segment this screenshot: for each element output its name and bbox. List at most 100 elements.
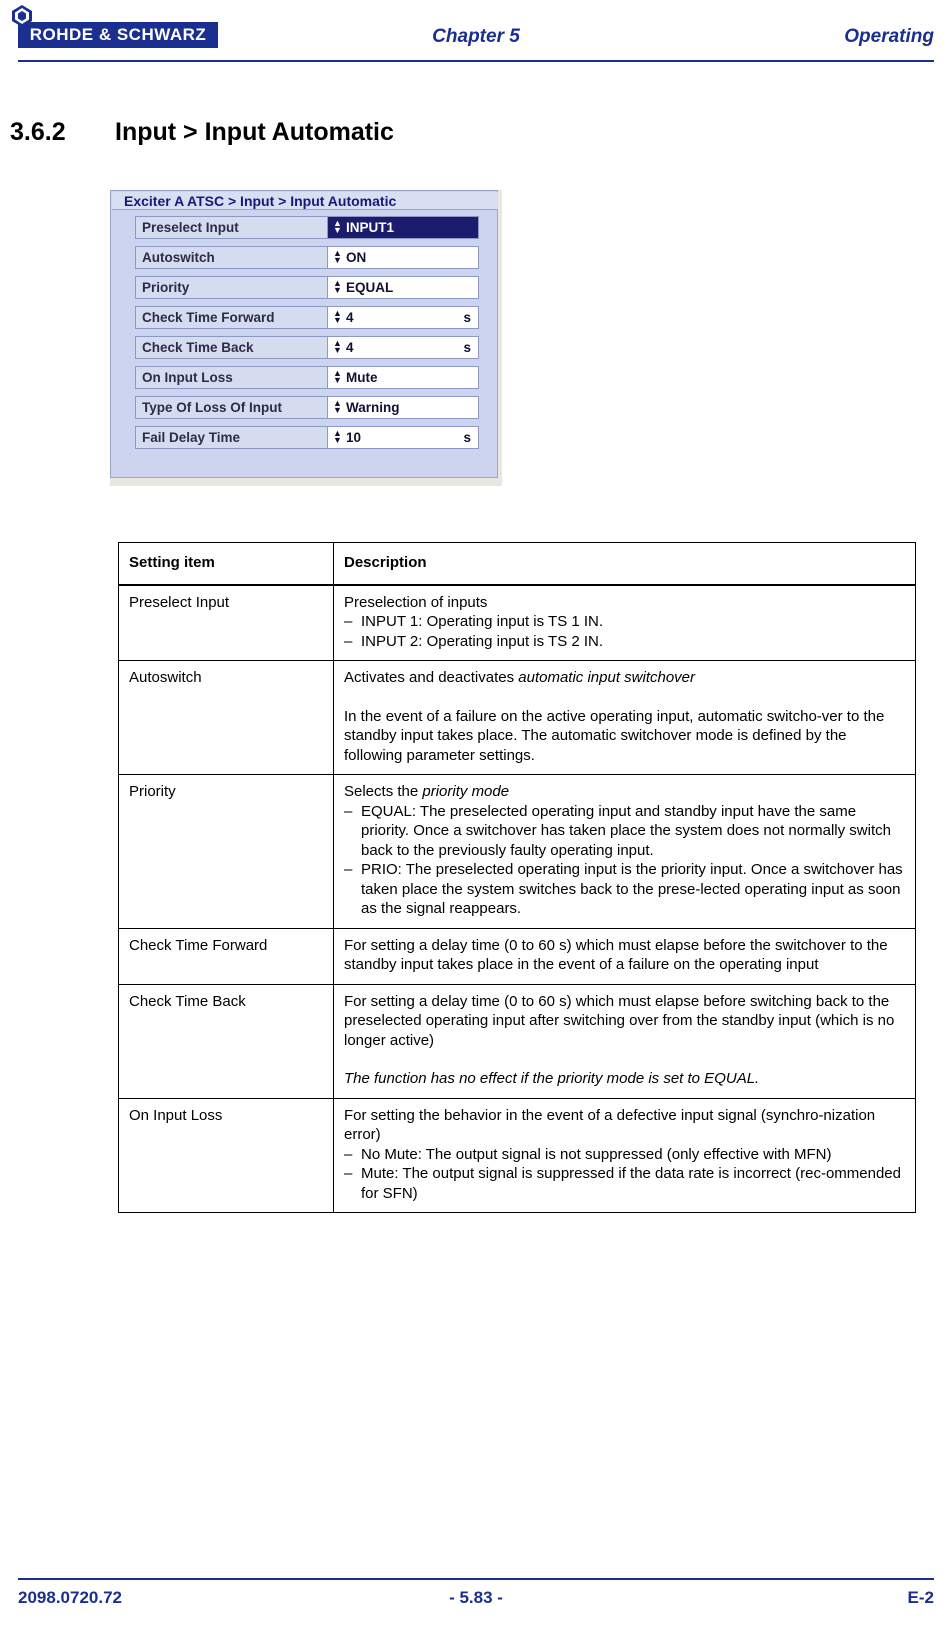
dash-icon: –	[344, 802, 353, 820]
panel-label: Check Time Back	[135, 336, 328, 359]
panel-value: 4	[346, 310, 354, 325]
table-cell-item: Check Time Back	[118, 984, 334, 1099]
panel-value-field[interactable]: ▲ ▼ 10 s	[328, 426, 479, 449]
intro-italic: priority mode	[422, 783, 510, 800]
panel-row-fail-delay-time[interactable]: Fail Delay Time ▲ ▼ 10 s	[135, 426, 479, 449]
panel-value-field[interactable]: ▲ ▼ INPUT1	[328, 216, 479, 239]
table-row: Autoswitch Activates and deactivates aut…	[118, 660, 916, 775]
table-cell-description: For setting a delay time (0 to 60 s) whi…	[333, 984, 916, 1099]
description-bullets: – EQUAL: The preselected operating input…	[344, 802, 907, 919]
footer-page-number: - 5.83 -	[449, 1588, 503, 1607]
spinner-icon[interactable]: ▲ ▼	[333, 309, 342, 325]
table-cell-item: Check Time Forward	[118, 928, 334, 985]
spinner-icon[interactable]: ▲ ▼	[333, 429, 342, 445]
panel-value-field[interactable]: ▲ ▼ EQUAL	[328, 276, 479, 299]
panel-row-priority[interactable]: Priority ▲ ▼ EQUAL	[135, 276, 479, 299]
bullet-item: – INPUT 1: Operating input is TS 1 IN.	[344, 612, 907, 632]
panel-row-preselect-input[interactable]: Preselect Input ▲ ▼ INPUT1	[135, 216, 479, 239]
intro-italic: automatic input switchover	[518, 669, 696, 686]
table-cell-item: Priority	[118, 774, 334, 929]
panel-unit: s	[463, 340, 471, 355]
panel-value-field[interactable]: ▲ ▼ Warning	[328, 396, 479, 419]
panel-value: 4	[346, 340, 354, 355]
panel-value-field[interactable]: ▲ ▼ ON	[328, 246, 479, 269]
bullet-item: – EQUAL: The preselected operating input…	[344, 802, 907, 861]
figure-input-automatic: Exciter A ATSC > Input > Input Automatic…	[110, 190, 502, 486]
header-divider	[18, 60, 934, 62]
section-number: 3.6.2	[10, 118, 66, 146]
table-row: Priority Selects the priority mode – EQU…	[118, 774, 916, 929]
spinner-icon[interactable]: ▲ ▼	[333, 249, 342, 265]
spinner-icon[interactable]: ▲ ▼	[333, 369, 342, 385]
description-intro: Selects the priority mode	[344, 782, 907, 802]
bullet-text: No Mute: The output signal is not suppre…	[361, 1145, 832, 1163]
description-intro: For setting a delay time (0 to 60 s) whi…	[344, 992, 895, 1049]
footer-divider	[18, 1578, 934, 1580]
panel-value-field[interactable]: ▲ ▼ 4 s	[328, 306, 479, 329]
bullet-item: – INPUT 2: Operating input is TS 2 IN.	[344, 632, 907, 652]
panel-row-check-time-back[interactable]: Check Time Back ▲ ▼ 4 s	[135, 336, 479, 359]
footer-edition: E-2	[907, 1588, 934, 1607]
description-intro: Activates and deactivates automatic inpu…	[344, 668, 907, 688]
table-cell-description: Selects the priority mode – EQUAL: The p…	[333, 774, 916, 929]
panel-label: Autoswitch	[135, 246, 328, 269]
dash-icon: –	[344, 1145, 353, 1163]
panel-label: Fail Delay Time	[135, 426, 328, 449]
bullet-text: INPUT 2: Operating input is TS 2 IN.	[361, 632, 604, 650]
bullet-text: EQUAL: The preselected operating input a…	[361, 802, 891, 859]
panel-label: Preselect Input	[135, 216, 328, 239]
spinner-icon[interactable]: ▲ ▼	[333, 279, 342, 295]
panel-setting-list: Preselect Input ▲ ▼ INPUT1 Autoswitch ▲ ▼ …	[135, 216, 479, 456]
panel-unit: s	[463, 310, 471, 325]
spinner-icon[interactable]: ▲ ▼	[333, 399, 342, 415]
settings-table: Setting item Description Preselect Input…	[118, 542, 916, 1213]
dash-icon: –	[344, 1165, 353, 1182]
table-header-setting-item: Setting item	[118, 542, 334, 586]
rs-logo-icon	[12, 5, 32, 27]
header-section-name: Operating	[844, 26, 934, 47]
panel-value: Warning	[346, 400, 400, 415]
description-bullets: – INPUT 1: Operating input is TS 1 IN. –…	[344, 612, 907, 651]
page-title: 3.6.2 Input > Input Automatic	[10, 118, 394, 147]
panel-row-on-input-loss[interactable]: On Input Loss ▲ ▼ Mute	[135, 366, 479, 389]
spinner-icon[interactable]: ▲ ▼	[333, 219, 342, 235]
panel-label: On Input Loss	[135, 366, 328, 389]
intro-plain: Selects the	[344, 783, 423, 800]
table-row: Check Time Forward For setting a delay t…	[118, 928, 916, 985]
table-header-description: Description	[333, 542, 916, 586]
page-header: ROHDE & SCHWARZ Chapter 5 Operating	[0, 0, 952, 62]
bullet-text: INPUT 1: Operating input is TS 1 IN.	[361, 613, 604, 630]
dash-icon: –	[344, 861, 353, 878]
header-chapter: Chapter 5	[432, 26, 520, 47]
description-bullets: – No Mute: The output signal is not supp…	[344, 1145, 907, 1204]
panel-label: Check Time Forward	[135, 306, 328, 329]
table-cell-description: Activates and deactivates automatic inpu…	[333, 660, 916, 775]
table-row: Preselect Input Preselection of inputs –…	[118, 584, 916, 661]
panel-row-type-of-loss-of-input[interactable]: Type Of Loss Of Input ▲ ▼ Warning	[135, 396, 479, 419]
table-row: On Input Loss For setting the behavior i…	[118, 1098, 916, 1213]
spinner-icon[interactable]: ▲ ▼	[333, 339, 342, 355]
bullet-item: – Mute: The output signal is suppressed …	[344, 1164, 907, 1203]
description-note: The function has no effect if the priori…	[344, 1070, 760, 1087]
table-cell-description: For setting the behavior in the event of…	[333, 1098, 916, 1213]
panel-value: 10	[346, 430, 362, 445]
bullet-item: – No Mute: The output signal is not supp…	[344, 1145, 907, 1165]
description-intro: Preselection of inputs	[344, 593, 488, 611]
panel-value-field[interactable]: ▲ ▼ 4 s	[328, 336, 479, 359]
panel-value: INPUT1	[346, 220, 395, 235]
table-cell-item: On Input Loss	[118, 1098, 334, 1213]
page-footer: 2098.0720.72 - 5.83 - E-2	[0, 1578, 952, 1618]
panel-value-field[interactable]: ▲ ▼ Mute	[328, 366, 479, 389]
device-panel: Exciter A ATSC > Input > Input Automatic…	[110, 190, 498, 478]
description-paragraph: In the event of a failure on the active …	[344, 707, 885, 764]
intro-plain: Activates and deactivates	[344, 669, 519, 686]
table-cell-item: Preselect Input	[118, 584, 334, 661]
panel-row-autoswitch[interactable]: Autoswitch ▲ ▼ ON	[135, 246, 479, 269]
panel-label: Type Of Loss Of Input	[135, 396, 328, 419]
table-cell-item: Autoswitch	[118, 660, 334, 775]
panel-label: Priority	[135, 276, 328, 299]
panel-value: EQUAL	[346, 280, 394, 295]
panel-row-check-time-forward[interactable]: Check Time Forward ▲ ▼ 4 s	[135, 306, 479, 329]
